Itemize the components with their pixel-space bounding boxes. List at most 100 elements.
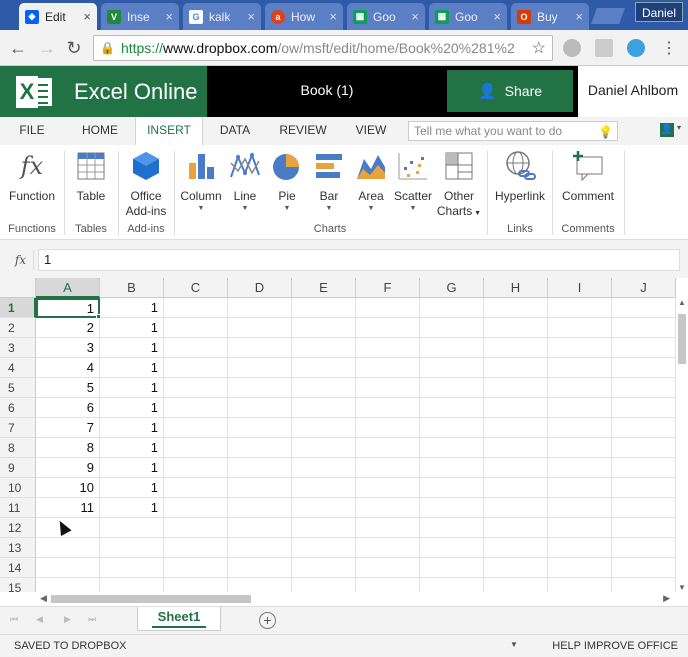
grid-cell[interactable] (420, 478, 484, 498)
vertical-scroll-thumb[interactable] (678, 314, 686, 364)
grid-cell[interactable] (228, 378, 292, 398)
column-header[interactable]: F (356, 278, 420, 298)
grid-cell[interactable] (548, 378, 612, 398)
grid-cell[interactable] (228, 358, 292, 378)
profile-button[interactable]: Daniel (635, 2, 684, 22)
grid-cell[interactable] (420, 538, 484, 558)
grid-cell[interactable] (164, 298, 228, 318)
grid-cell[interactable]: 1 (100, 398, 164, 418)
grid-cell[interactable] (612, 418, 676, 438)
grid-cell[interactable] (548, 458, 612, 478)
grid-cell[interactable] (420, 558, 484, 578)
grid-cell[interactable] (356, 478, 420, 498)
insert-function-icon[interactable]: fx (8, 250, 34, 270)
grid-cell[interactable] (484, 318, 548, 338)
close-icon[interactable]: × (247, 9, 255, 24)
grid-cell[interactable] (612, 318, 676, 338)
row-header[interactable]: 3 (0, 338, 36, 358)
grid-cell[interactable] (612, 558, 676, 578)
row-header[interactable]: 10 (0, 478, 36, 498)
formula-input[interactable]: 1 (38, 249, 680, 271)
grid-cell[interactable]: 1 (100, 378, 164, 398)
grid-cell[interactable] (612, 518, 676, 538)
grid-cell[interactable] (228, 498, 292, 518)
grid-cell[interactable] (356, 298, 420, 318)
grid-cell[interactable] (548, 538, 612, 558)
scatter-chart-button[interactable]: Scatter ▼ (392, 149, 434, 214)
grid-cell[interactable] (292, 538, 356, 558)
office-addins-button[interactable]: Office Add-ins (122, 149, 170, 219)
help-improve-link[interactable]: HELP IMPROVE OFFICE (552, 640, 678, 652)
browser-tab[interactable]: O Buy × (511, 3, 589, 30)
grid-cell[interactable] (548, 578, 612, 592)
scroll-left-icon[interactable]: ◀ (40, 593, 47, 604)
grid-cell[interactable] (164, 318, 228, 338)
grid-cell[interactable]: 4 (36, 358, 100, 378)
grid-cell[interactable] (548, 298, 612, 318)
grid-cell[interactable] (420, 338, 484, 358)
grid-cell[interactable] (228, 578, 292, 592)
grid-cell[interactable] (356, 418, 420, 438)
grid-cell[interactable] (292, 338, 356, 358)
grid-cell[interactable] (356, 398, 420, 418)
share-button[interactable]: 👤 Share (447, 70, 573, 112)
grid-cell[interactable] (612, 378, 676, 398)
last-sheet-icon[interactable]: ⏭ (88, 614, 96, 625)
grid-cell[interactable] (228, 318, 292, 338)
grid-cell[interactable] (484, 458, 548, 478)
close-icon[interactable]: × (575, 9, 583, 24)
column-header[interactable]: J (612, 278, 676, 298)
grid-cell[interactable] (228, 398, 292, 418)
grid-cell[interactable] (612, 538, 676, 558)
grid-cell[interactable] (164, 518, 228, 538)
new-tab-button[interactable] (591, 8, 625, 24)
dropbox-extension-icon[interactable] (595, 39, 613, 57)
row-header[interactable]: 8 (0, 438, 36, 458)
grid-cell[interactable] (164, 478, 228, 498)
column-header[interactable]: I (548, 278, 612, 298)
grid-cell[interactable] (356, 558, 420, 578)
grid-cell[interactable] (548, 398, 612, 418)
column-header[interactable]: E (292, 278, 356, 298)
grid-cell[interactable] (292, 438, 356, 458)
grid-cell[interactable] (228, 438, 292, 458)
table-button[interactable]: Table (70, 149, 112, 204)
grid-cell[interactable] (484, 578, 548, 592)
column-chart-button[interactable]: Column ▼ (178, 149, 224, 214)
grid-cell[interactable] (612, 438, 676, 458)
grid-cell[interactable] (356, 578, 420, 592)
grid-cell[interactable] (292, 518, 356, 538)
grid-cell[interactable] (484, 558, 548, 578)
grid-cell[interactable] (420, 418, 484, 438)
column-header[interactable]: B (100, 278, 164, 298)
chevron-down-icon[interactable]: ▾ (677, 123, 681, 132)
close-icon[interactable]: × (411, 9, 419, 24)
column-header[interactable]: G (420, 278, 484, 298)
grid-cell[interactable] (484, 478, 548, 498)
grid-cell[interactable] (612, 458, 676, 478)
tab-view[interactable]: VIEW (346, 117, 396, 145)
row-header[interactable]: 2 (0, 318, 36, 338)
grid-cell[interactable] (612, 398, 676, 418)
grid-cell[interactable] (484, 498, 548, 518)
grid-cell[interactable]: 1 (100, 318, 164, 338)
grid-cell[interactable]: 1 (100, 458, 164, 478)
grid-cell[interactable] (356, 318, 420, 338)
grid-cell[interactable]: 11 (36, 498, 100, 518)
menu-icon[interactable]: ⋮ (659, 38, 679, 58)
grid-cell[interactable] (484, 418, 548, 438)
grid-cell[interactable] (612, 578, 676, 592)
grid-cell[interactable] (228, 418, 292, 438)
row-header[interactable]: 6 (0, 398, 36, 418)
grid-cell[interactable] (612, 498, 676, 518)
grid-cell[interactable]: 1 (100, 478, 164, 498)
grid-cell[interactable]: 1 (100, 298, 164, 318)
grid-cell[interactable]: 1 (36, 298, 100, 318)
grid-cell[interactable] (420, 298, 484, 318)
add-sheet-icon[interactable]: + (259, 612, 276, 629)
grid-cell[interactable] (228, 458, 292, 478)
grid-cell[interactable] (164, 498, 228, 518)
grid-cell[interactable] (164, 338, 228, 358)
extension-m-icon[interactable] (563, 39, 581, 57)
grid-cell[interactable] (548, 358, 612, 378)
